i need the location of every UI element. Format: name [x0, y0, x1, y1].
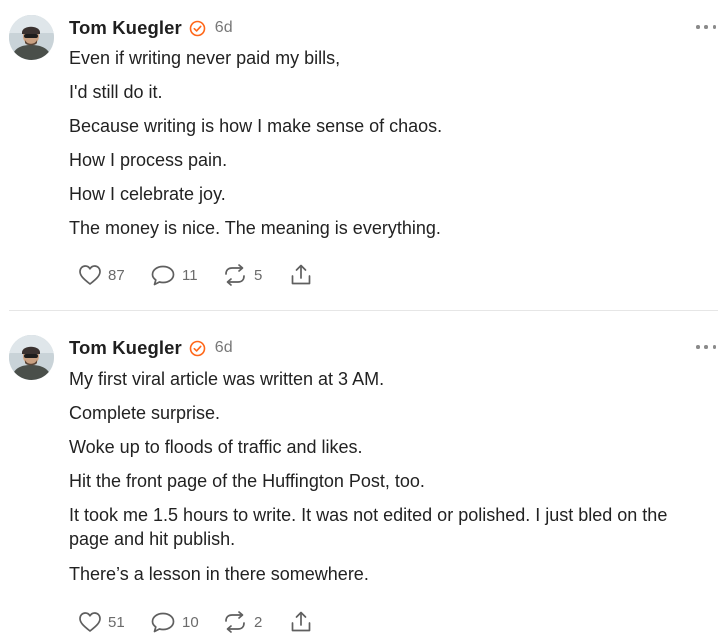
note-post: Tom Kuegler 6d Even if writing never pai… [0, 0, 726, 310]
share-button[interactable] [289, 610, 313, 634]
post-header: Tom Kuegler 6d [69, 16, 233, 40]
like-button[interactable]: 87 [78, 264, 150, 286]
note-post: Tom Kuegler 6d My first viral article wa… [0, 320, 726, 642]
post-line: Even if writing never paid my bills, [69, 48, 341, 68]
like-button[interactable]: 51 [78, 611, 150, 633]
post-line: My first viral article was written at 3 … [69, 369, 385, 389]
post-actions: 51 10 2 [78, 609, 313, 635]
post-line: Complete surprise. [69, 403, 221, 423]
share-button[interactable] [289, 263, 313, 287]
restack-count: 5 [254, 266, 263, 284]
restack-button[interactable]: 5 [222, 263, 289, 287]
post-time[interactable]: 6d [215, 19, 233, 37]
verified-check-icon [189, 20, 206, 37]
more-dots-icon[interactable] [696, 340, 716, 354]
post-line: Because writing is how I make sense of c… [69, 116, 443, 136]
avatar[interactable] [9, 15, 54, 60]
post-line: It took me 1.5 hours to write. It was no… [69, 505, 668, 549]
post-header: Tom Kuegler 6d [69, 336, 233, 360]
post-body: My first viral article was written at 3 … [69, 367, 709, 596]
post-divider [9, 310, 718, 311]
post-line: I'd still do it. [69, 82, 163, 102]
restack-arrows-icon [222, 610, 248, 634]
share-upload-icon [289, 610, 313, 634]
like-count: 87 [108, 266, 125, 284]
author-name[interactable]: Tom Kuegler [69, 17, 182, 39]
comment-bubble-icon [150, 611, 176, 633]
share-upload-icon [289, 263, 313, 287]
post-line: There’s a lesson in there somewhere. [69, 564, 369, 584]
comment-button[interactable]: 11 [150, 264, 222, 286]
post-line: The money is nice. The meaning is everyt… [69, 218, 441, 238]
post-line: Hit the front page of the Huffington Pos… [69, 471, 425, 491]
restack-arrows-icon [222, 263, 248, 287]
restack-count: 2 [254, 613, 263, 631]
post-body: Even if writing never paid my bills, I'd… [69, 46, 709, 250]
avatar[interactable] [9, 335, 54, 380]
post-line: Woke up to floods of traffic and likes. [69, 437, 363, 457]
like-count: 51 [108, 613, 125, 631]
author-name[interactable]: Tom Kuegler [69, 337, 182, 359]
notes-feed: Tom Kuegler 6d Even if writing never pai… [0, 0, 726, 642]
comment-count: 10 [182, 613, 199, 631]
comment-button[interactable]: 10 [150, 611, 222, 633]
comment-count: 11 [182, 266, 198, 284]
post-actions: 87 11 5 [78, 262, 313, 288]
verified-check-icon [189, 340, 206, 357]
heart-icon [78, 264, 102, 286]
comment-bubble-icon [150, 264, 176, 286]
more-dots-icon[interactable] [696, 20, 716, 34]
heart-icon [78, 611, 102, 633]
post-line: How I celebrate joy. [69, 184, 226, 204]
post-line: How I process pain. [69, 150, 228, 170]
restack-button[interactable]: 2 [222, 610, 289, 634]
post-time[interactable]: 6d [215, 339, 233, 357]
